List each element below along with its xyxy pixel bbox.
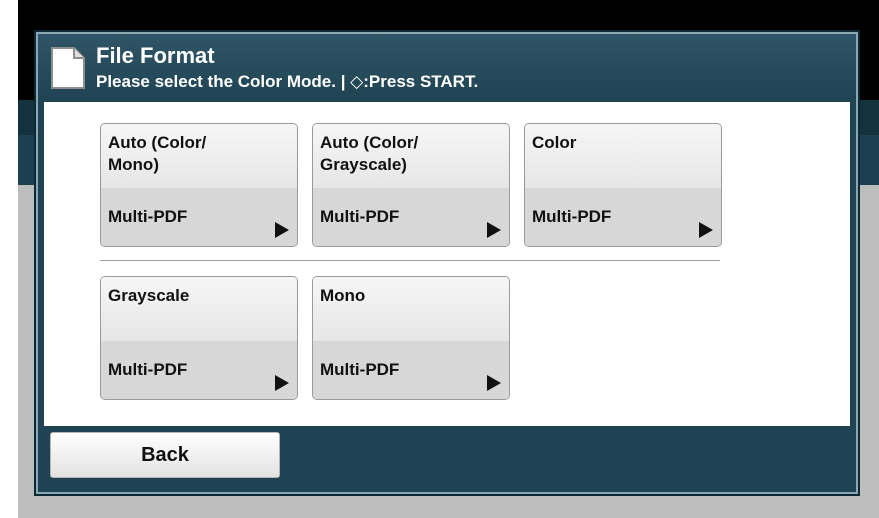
mono-button[interactable]: Mono Multi-PDF [312, 276, 510, 400]
format-label: Multi-PDF [320, 207, 400, 226]
arrow-right-icon [487, 375, 501, 391]
format-label: Multi-PDF [320, 360, 400, 379]
mode-label: Mono [320, 286, 366, 305]
document-icon [51, 47, 85, 89]
dialog-subtitle: Please select the Color Mode. | ◇:Press … [96, 72, 479, 91]
mode-label: Auto (Color/ Grayscale) [320, 133, 419, 174]
arrow-right-icon [699, 222, 713, 238]
color-mode-panel: Auto (Color/ Mono) Multi-PDF Auto (Color… [44, 102, 850, 426]
mode-label: Grayscale [108, 286, 190, 305]
row-divider [100, 260, 720, 261]
dialog-header: File Format Please select the Color Mode… [38, 34, 856, 102]
file-format-dialog: File Format Please select the Color Mode… [36, 32, 858, 494]
format-label: Multi-PDF [108, 360, 188, 379]
format-label: Multi-PDF [108, 207, 188, 226]
grayscale-button[interactable]: Grayscale Multi-PDF [100, 276, 298, 400]
arrow-right-icon [275, 222, 289, 238]
auto-color-grayscale-button[interactable]: Auto (Color/ Grayscale) Multi-PDF [312, 123, 510, 247]
color-button[interactable]: Color Multi-PDF [524, 123, 722, 247]
auto-color-mono-button[interactable]: Auto (Color/ Mono) Multi-PDF [100, 123, 298, 247]
arrow-right-icon [487, 222, 501, 238]
arrow-right-icon [275, 375, 289, 391]
dialog-title: File Format [96, 43, 215, 68]
back-button[interactable]: Back [50, 432, 280, 478]
format-label: Multi-PDF [532, 207, 612, 226]
mode-label: Color [532, 133, 577, 152]
mode-label: Auto (Color/ Mono) [108, 133, 207, 174]
